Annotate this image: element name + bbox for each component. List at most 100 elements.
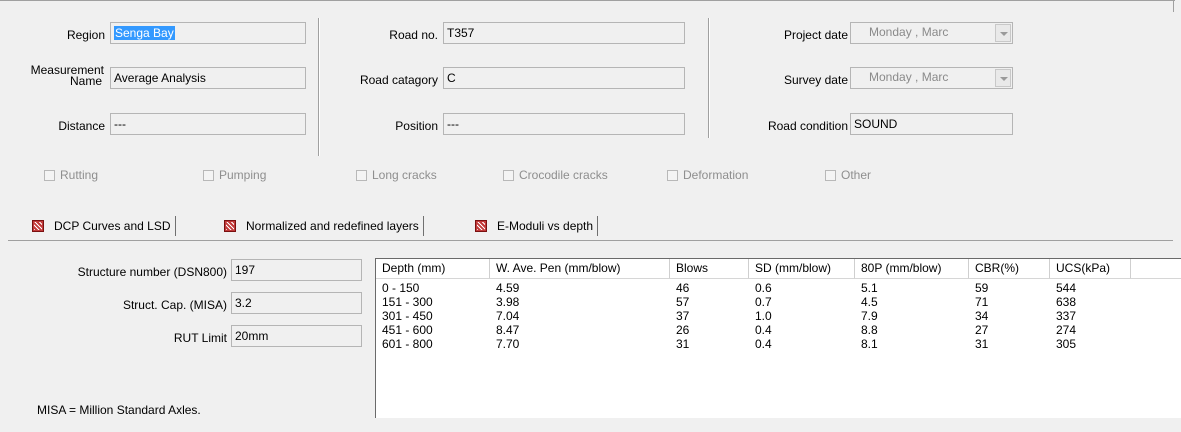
column-header[interactable]: Blows (670, 259, 749, 279)
position-label: Position (395, 119, 438, 133)
crocodile-cracks-checkbox[interactable]: Crocodile cracks (503, 168, 608, 182)
checkbox-icon (203, 170, 214, 181)
other-label: Other (841, 168, 872, 182)
measurement-name-field[interactable]: Average Analysis (110, 67, 306, 89)
column-separator (318, 18, 320, 156)
road-category-field[interactable]: C (443, 67, 685, 89)
project-date-value: Monday , Marc (869, 25, 949, 39)
crocodile-cracks-label: Crocodile cracks (519, 168, 608, 182)
tab-label: Normalized and redefined layers (246, 219, 419, 233)
checkbox-icon (667, 170, 678, 181)
table-cell: 638 (1056, 295, 1077, 309)
table-cell: 0.4 (755, 323, 772, 337)
frame-border (1173, 0, 1174, 12)
tab-divider (422, 216, 424, 236)
table-cell: 31 (975, 337, 989, 351)
table-cell: 59 (975, 281, 989, 295)
table-cell: 7.70 (496, 337, 520, 351)
rutting-checkbox[interactable]: Rutting (44, 168, 98, 182)
column-header[interactable]: W. Ave. Pen (mm/blow) (490, 259, 670, 279)
distance-label: Distance (58, 119, 105, 133)
frame-border (0, 0, 1175, 1)
road-condition-field[interactable]: SOUND (850, 113, 1013, 135)
table-cell: 305 (1056, 337, 1077, 351)
road-no-field[interactable]: T357 (443, 22, 685, 44)
long-cracks-label: Long cracks (372, 168, 437, 182)
chart-icon (475, 220, 487, 232)
column-header[interactable]: Depth (mm) (376, 259, 490, 279)
table-cell: 7.9 (861, 309, 878, 323)
misa-label: Struct. Cap. (MISA) (122, 298, 227, 312)
survey-date-picker[interactable]: Monday , Marc (850, 67, 1013, 89)
chevron-down-icon[interactable] (995, 69, 1011, 87)
checkbox-icon (503, 170, 514, 181)
checkbox-icon (44, 170, 55, 181)
table-cell: 7.04 (496, 309, 520, 323)
tab-label: DCP Curves and LSD (54, 219, 171, 233)
table-cell: 57 (676, 295, 690, 309)
measurement-name-label: Measurement Name (2, 64, 104, 88)
table-cell: 31 (676, 337, 690, 351)
tab-dcp-curves[interactable]: DCP Curves and LSD (24, 214, 176, 240)
table-cell: 26 (676, 323, 690, 337)
table-cell: 71 (975, 295, 989, 309)
column-header[interactable]: UCS(kPa) (1050, 259, 1131, 279)
table-cell: 34 (975, 309, 989, 323)
misa-field[interactable]: 3.2 (231, 292, 362, 314)
table-cell: 337 (1056, 309, 1077, 323)
deformation-label: Deformation (683, 168, 749, 182)
region-value: Senga Bay (114, 26, 175, 40)
table-cell: 301 - 450 (382, 309, 433, 323)
table-cell: 451 - 600 (382, 323, 433, 337)
distance-field[interactable]: --- (110, 113, 306, 135)
table-cell: 151 - 300 (382, 295, 433, 309)
chevron-down-icon[interactable] (995, 24, 1011, 42)
table-cell: 8.1 (861, 337, 878, 351)
checkbox-icon (356, 170, 367, 181)
long-cracks-checkbox[interactable]: Long cracks (356, 168, 437, 182)
misa-footnote: MISA = Million Standard Axles. (37, 403, 201, 417)
position-field[interactable]: --- (443, 113, 685, 135)
chart-icon (32, 220, 44, 232)
region-label: Region (66, 28, 105, 42)
column-header[interactable]: SD (mm/blow) (749, 259, 855, 279)
table-cell: 0 - 150 (382, 281, 420, 295)
table-cell: 37 (676, 309, 690, 323)
table-cell: 8.47 (496, 323, 520, 337)
dsn-label: Structure number (DSN800) (77, 265, 227, 279)
region-field[interactable]: Senga Bay (110, 22, 306, 44)
project-date-label: Project date (783, 28, 848, 42)
column-header[interactable]: CBR(%) (969, 259, 1050, 279)
checkbox-icon (825, 170, 836, 181)
pumping-checkbox[interactable]: Pumping (203, 168, 266, 182)
tab-divider (597, 216, 599, 236)
measurement-label-line2: Name (69, 74, 102, 88)
table-cell: 544 (1056, 281, 1077, 295)
column-header-filler (1131, 259, 1181, 279)
column-header[interactable]: 80P (mm/blow) (855, 259, 969, 279)
rut-limit-label: RUT Limit (173, 331, 227, 345)
table-cell: 274 (1056, 323, 1077, 337)
results-table[interactable]: Depth (mm) W. Ave. Pen (mm/blow) Blows S… (375, 258, 1181, 418)
tab-e-moduli[interactable]: E-Moduli vs depth (467, 214, 599, 240)
rut-limit-field[interactable]: 20mm (231, 325, 362, 347)
pumping-label: Pumping (219, 168, 267, 182)
table-cell: 5.1 (861, 281, 878, 295)
tab-normalized-layers[interactable]: Normalized and redefined layers (216, 214, 424, 240)
deformation-checkbox[interactable]: Deformation (667, 168, 748, 182)
table-cell: 0.4 (755, 337, 772, 351)
dsn-field[interactable]: 197 (231, 259, 362, 281)
table-cell: 46 (676, 281, 690, 295)
table-cell: 8.8 (861, 323, 878, 337)
table-cell: 0.6 (755, 281, 772, 295)
tab-divider (174, 216, 176, 236)
other-checkbox[interactable]: Other (825, 168, 871, 182)
survey-date-value: Monday , Marc (869, 70, 949, 84)
table-cell: 601 - 800 (382, 337, 433, 351)
road-condition-label: Road condition (767, 119, 848, 133)
tab-label: E-Moduli vs depth (497, 219, 594, 233)
project-date-picker[interactable]: Monday , Marc (850, 22, 1013, 44)
road-category-label: Road catagory (359, 73, 438, 87)
table-cell: 1.0 (755, 309, 772, 323)
survey-date-label: Survey date (783, 73, 848, 87)
